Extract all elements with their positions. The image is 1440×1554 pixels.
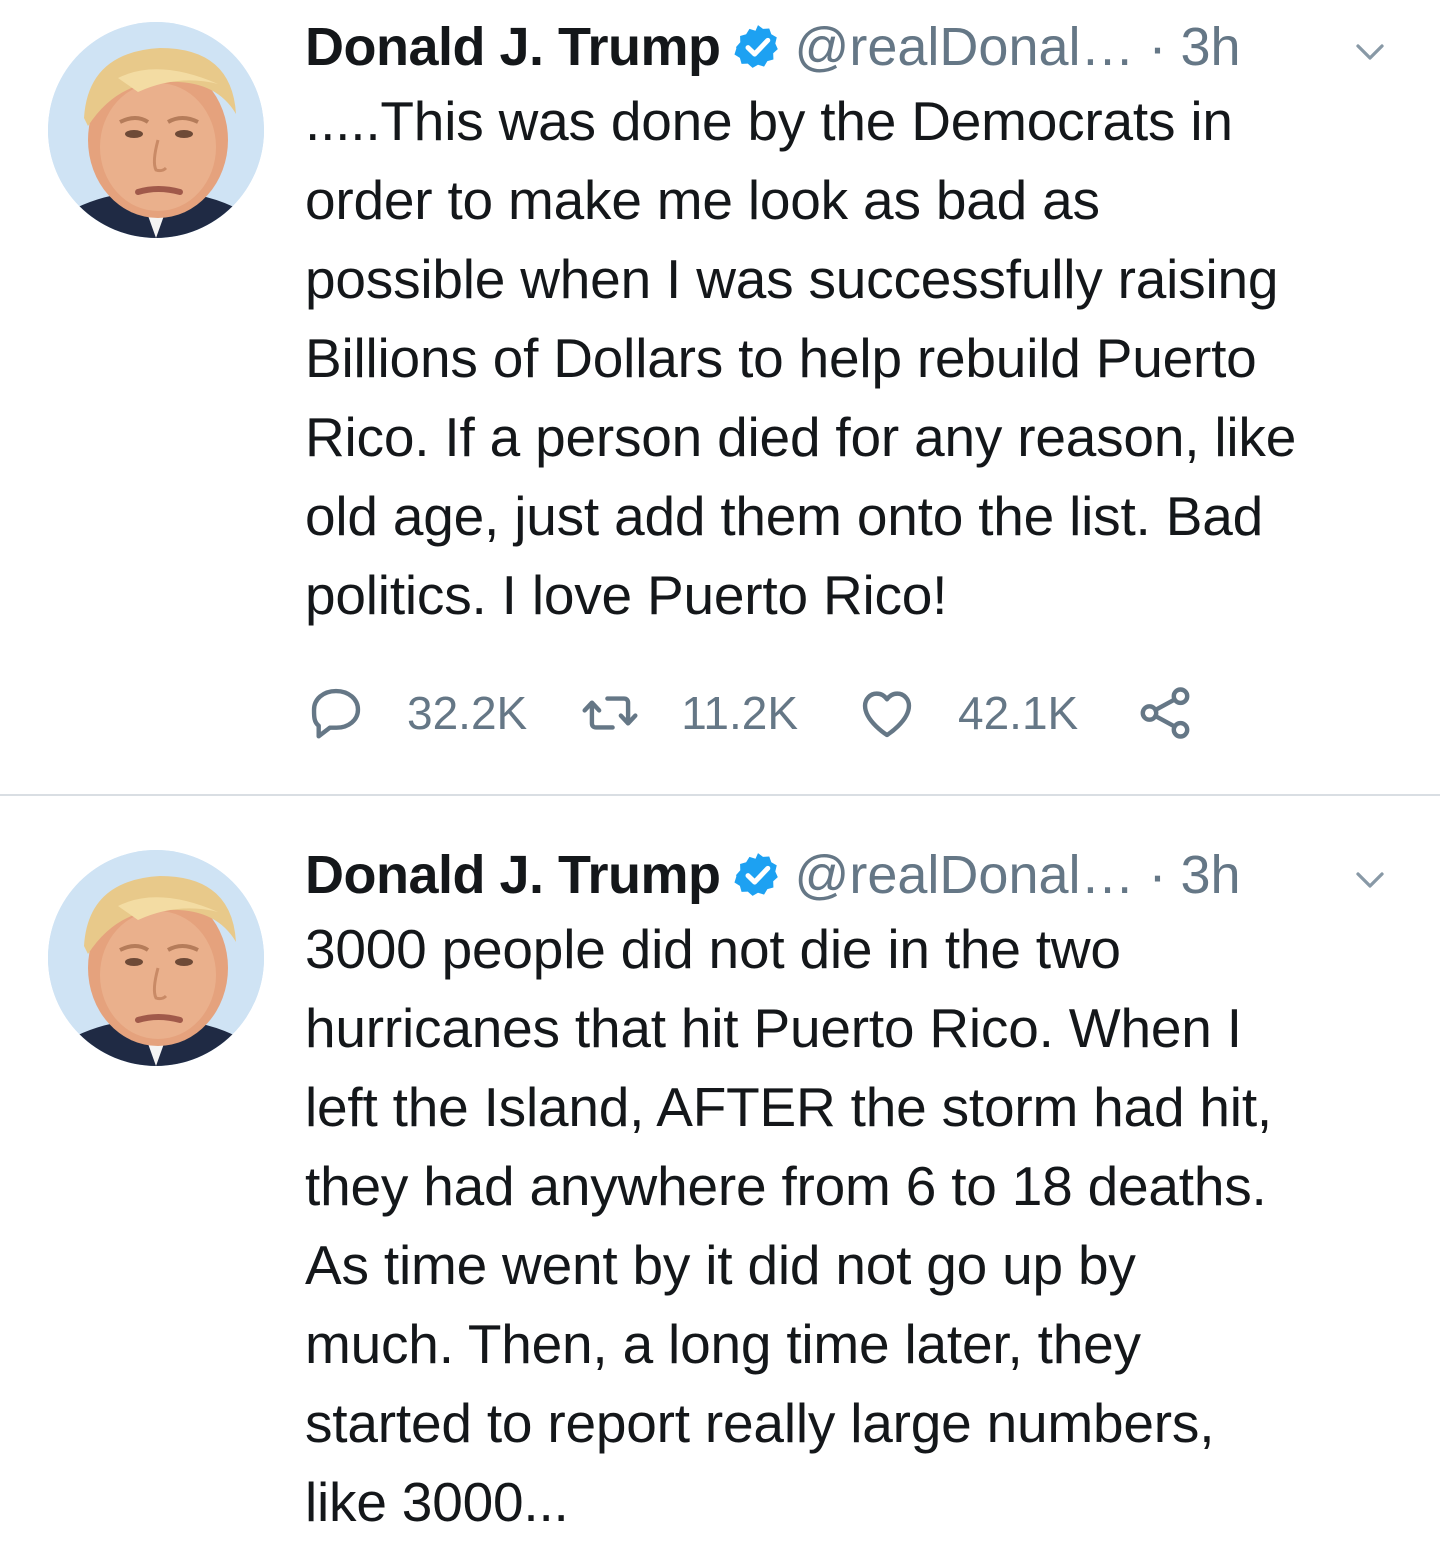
author-handle[interactable]: @realDonal… — [795, 842, 1135, 908]
share-icon — [1140, 687, 1190, 739]
separator-dot: · — [1148, 17, 1167, 77]
tweet-timestamp[interactable]: 3h — [1180, 14, 1240, 80]
retweet-icon — [582, 696, 638, 730]
tweet-header: Donald J. Trump @realDonal… · 3h — [305, 14, 1400, 80]
author-name[interactable]: Donald J. Trump — [305, 842, 721, 908]
tweet-actions: 32.2K 11.2K 42.1K — [305, 678, 1196, 748]
tweet-text: 3000 people did not die in the two hurri… — [305, 918, 1272, 1533]
retweet-count: 11.2K — [681, 687, 799, 739]
like-button[interactable]: 42.1K — [856, 682, 1078, 744]
tweet-header: Donald J. Trump @realDonal… · 3h — [305, 842, 1400, 908]
tweet-timestamp[interactable]: 3h — [1180, 842, 1240, 908]
share-button[interactable] — [1134, 682, 1196, 744]
chevron-down-icon[interactable] — [1352, 862, 1388, 898]
tweet-content: Donald J. Trump @realDonal… · 3h 3000 pe… — [305, 842, 1400, 1542]
reply-count: 32.2K — [407, 687, 528, 739]
tweet-content: Donald J. Trump @realDonal… · 3h .....Th… — [305, 14, 1400, 635]
avatar[interactable] — [48, 850, 264, 1066]
reply-button[interactable]: 32.2K — [305, 682, 527, 744]
profile-photo — [48, 850, 264, 1066]
chevron-down-icon[interactable] — [1352, 34, 1388, 70]
tweet[interactable]: Donald J. Trump @realDonal… · 3h 3000 pe… — [0, 796, 1440, 1554]
author-handle[interactable]: @realDonal… — [795, 14, 1135, 80]
like-count: 42.1K — [958, 687, 1079, 739]
reply-icon — [311, 688, 361, 739]
verified-badge-icon — [733, 22, 783, 72]
retweet-button[interactable]: 11.2K — [579, 682, 798, 744]
profile-photo — [48, 22, 264, 238]
verified-badge-icon — [733, 850, 783, 900]
avatar[interactable] — [48, 22, 264, 238]
author-name[interactable]: Donald J. Trump — [305, 14, 721, 80]
heart-icon — [862, 691, 912, 738]
tweet[interactable]: Donald J. Trump @realDonal… · 3h .....Th… — [0, 0, 1440, 794]
separator-dot: · — [1148, 845, 1167, 905]
tweet-text: .....This was done by the Democrats in o… — [305, 90, 1297, 626]
